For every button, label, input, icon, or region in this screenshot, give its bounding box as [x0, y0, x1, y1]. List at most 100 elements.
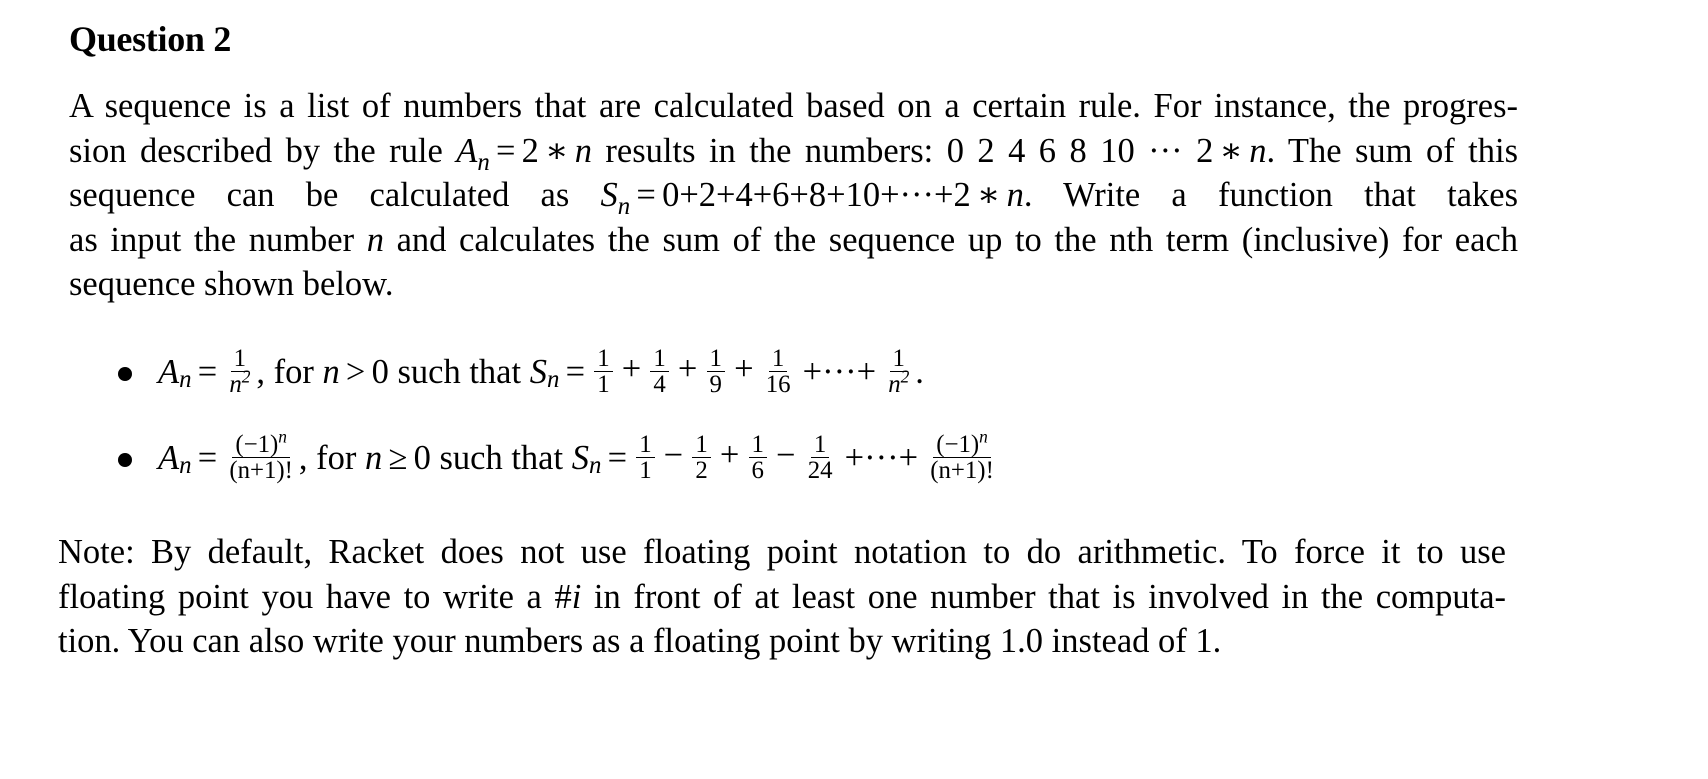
- bullet-icon: [118, 453, 132, 467]
- denominator: n2: [885, 369, 912, 399]
- text: such that: [388, 352, 530, 391]
- math-plus: +: [719, 435, 740, 474]
- den-exponent: 2: [241, 367, 251, 387]
- intro-line-4: as input the number n and calculates the…: [69, 218, 1518, 263]
- denominator: n2: [226, 369, 253, 399]
- math-0: 0: [413, 438, 431, 477]
- text: . The sum of this: [1266, 131, 1518, 170]
- math-star: ∗: [976, 176, 1001, 215]
- fraction-term: 1 16: [763, 345, 794, 399]
- intro-line-2: sion described by the rule An = 2 ∗ n result…: [69, 129, 1518, 176]
- num-exponent: n: [278, 427, 287, 447]
- den-base: n: [229, 371, 242, 399]
- math-ellipsis: +···+: [844, 438, 919, 477]
- denominator: 1: [639, 457, 652, 485]
- intro-line-5: sequence shown below.: [69, 265, 394, 304]
- note-line-2: floating point you have to write a #i in…: [58, 575, 1506, 620]
- fraction-term: 11: [594, 345, 613, 399]
- math-equals: =: [495, 131, 516, 170]
- math-i: i: [571, 577, 582, 616]
- math-minus: −: [776, 435, 796, 474]
- numerator: 1: [650, 345, 669, 373]
- question-heading: Question 2: [69, 19, 232, 59]
- text: , for: [298, 438, 365, 477]
- text: such that: [430, 438, 572, 477]
- math-geq: ≥: [388, 438, 408, 477]
- period: .: [915, 352, 924, 391]
- math-dots: ···: [1148, 131, 1183, 170]
- den-base: n: [888, 371, 901, 399]
- math-equals: =: [197, 352, 218, 391]
- denominator: 2: [695, 457, 708, 485]
- math-0: 0: [371, 352, 389, 391]
- numerator: 1: [768, 345, 788, 373]
- math-A: A: [158, 352, 180, 391]
- math-2: 2: [1182, 131, 1214, 170]
- math-equals: =: [607, 438, 628, 477]
- den-exponent: 2: [900, 367, 910, 387]
- fraction-last-term: 1 n2: [885, 345, 912, 399]
- note-line-3: tion. You can also write your numbers as…: [58, 622, 1222, 661]
- note-line-1: Note: By default, Racket does not use fl…: [58, 533, 1506, 571]
- math-equals: =: [565, 352, 586, 391]
- fraction-term: 12: [692, 431, 711, 485]
- math-ellipsis: +···+: [802, 352, 877, 391]
- numerator: (−1)n: [933, 428, 991, 459]
- math-star: ∗: [545, 131, 569, 170]
- fraction-last-term: (−1)n (n+1)!: [927, 428, 997, 485]
- denominator: 16: [765, 371, 791, 399]
- fraction-term: 16: [748, 431, 767, 485]
- numerator: 1: [706, 345, 725, 373]
- math-n: n: [366, 220, 384, 259]
- numerator: 1: [692, 431, 711, 459]
- numerator: 1: [748, 431, 767, 459]
- math-subscript-n: n: [477, 148, 490, 176]
- math-minus: −: [663, 435, 684, 474]
- sum-terms: 1 1−1 2 +1 6−1 24: [633, 431, 838, 485]
- math-sum: 0+2+4+6+8+10+···+2: [662, 176, 971, 215]
- text: floating point you have to write a #: [58, 577, 572, 616]
- fraction-term: 1 24: [805, 431, 836, 483]
- text: results in the numbers: 0 2 4 6 8 10: [591, 131, 1149, 170]
- sequence-item-1: An = 1 n2 , for n > 0 such that Sn = 1 1 +…: [118, 342, 924, 402]
- denominator: 9: [709, 371, 722, 399]
- math-plus: +: [621, 349, 642, 388]
- num-base: (−1): [235, 430, 279, 458]
- math-equals: =: [636, 176, 656, 215]
- math-n: n: [1249, 131, 1267, 170]
- fraction-definition: (−1)n (n+1)!: [226, 428, 296, 485]
- text: in front of at least one number that is …: [581, 577, 1507, 616]
- math-n: n: [365, 438, 383, 477]
- numerator: 1: [810, 431, 830, 459]
- math-S: S: [529, 352, 547, 391]
- note-paragraph: Note: By default, Racket does not use fl…: [58, 530, 1506, 664]
- fraction-term: 19: [706, 345, 725, 399]
- text: sequence can be calculated as: [69, 176, 601, 215]
- numerator: 1: [594, 345, 613, 373]
- fraction-definition: 1 n2: [226, 345, 253, 399]
- sequence-item-2: An = (−1)n (n+1)! , for n ≥ 0 such that …: [118, 428, 1000, 488]
- math-S: S: [571, 438, 589, 477]
- math-plus: +: [734, 349, 754, 388]
- denominator: (n+1)!: [930, 457, 994, 485]
- math-n: n: [1006, 176, 1024, 215]
- numerator: (−1)n: [232, 428, 290, 459]
- intro-line-3: sequence can be calculated as Sn = 0+2+4+6…: [69, 173, 1518, 219]
- num-exponent: n: [979, 427, 988, 447]
- math-plus: +: [677, 349, 698, 388]
- denominator: 1: [597, 371, 610, 399]
- math-A: A: [456, 131, 478, 170]
- math-gt: >: [345, 352, 366, 391]
- denominator: 6: [751, 457, 764, 485]
- math-S: S: [600, 176, 618, 215]
- fraction-term: 11: [636, 431, 655, 485]
- bullet-icon: [118, 367, 132, 381]
- math-equals: =: [197, 438, 218, 477]
- numerator: 1: [636, 431, 655, 459]
- text: sion described by the rule: [69, 131, 457, 170]
- denominator: 4: [653, 371, 666, 399]
- intro-line-1: A sequence is a list of numbers that are…: [69, 87, 1518, 125]
- denominator: (n+1)!: [229, 457, 293, 485]
- fraction-term: 14: [650, 345, 669, 399]
- num-base: (−1): [936, 430, 980, 458]
